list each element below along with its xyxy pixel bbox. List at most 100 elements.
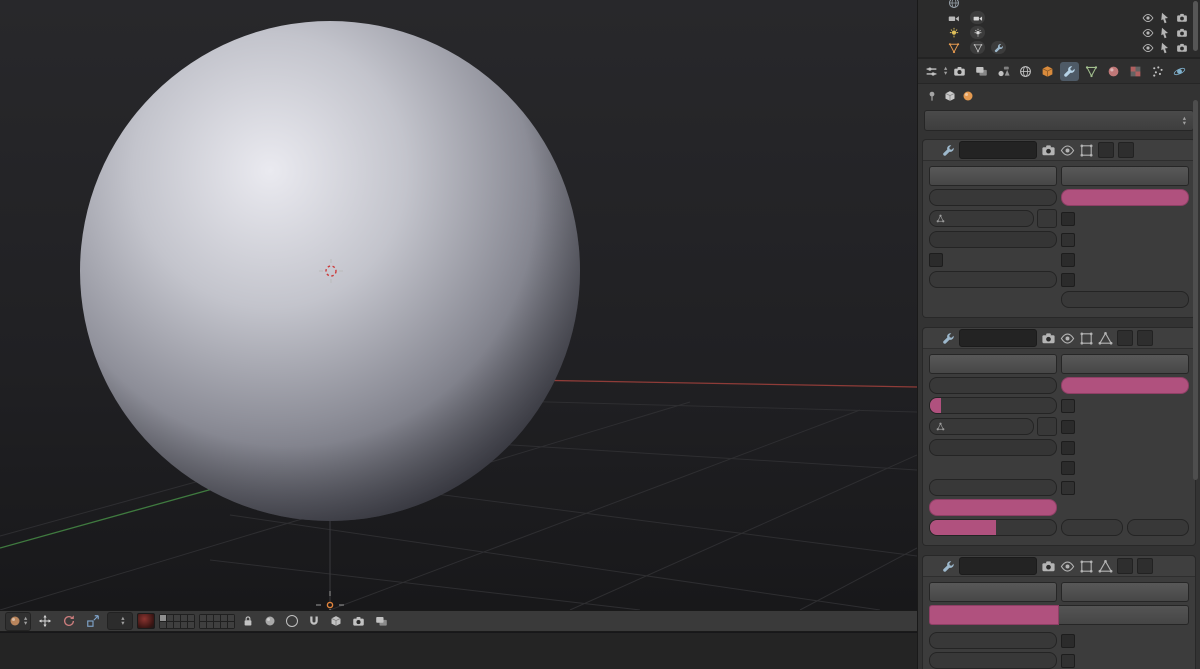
opengl-render-button[interactable] [349,613,368,630]
layer-cell[interactable] [213,621,220,628]
crease-edges-checkbox[interactable] [929,251,1057,268]
fill-rim-checkbox[interactable] [1061,459,1189,476]
invert-vertex-group-button[interactable] [1037,209,1057,228]
layer-cell[interactable] [213,614,220,621]
render-visibility-icon[interactable] [1176,27,1188,39]
tab-object-data[interactable] [1082,62,1101,81]
render-toggle-icon[interactable] [1041,559,1056,574]
view-subdivisions-field[interactable] [929,632,1057,649]
selectability-icon[interactable] [1159,12,1171,24]
only-rim-checkbox[interactable] [1061,479,1189,496]
eye-icon[interactable] [1142,12,1154,24]
even-thickness-checkbox[interactable] [1061,210,1189,227]
crease-outer-slider[interactable] [929,499,1057,516]
crease-rim-slider[interactable] [929,519,1057,536]
flip-normals-checkbox[interactable] [1061,397,1189,414]
viewport-toggle-icon[interactable] [1060,331,1075,346]
layer-cell[interactable] [187,621,194,628]
outliner-item-sphere[interactable] [926,40,1200,55]
layer-cell[interactable] [159,614,166,621]
move-down-button[interactable] [1118,142,1134,158]
factor-slider[interactable] [929,439,1057,456]
apply-button[interactable] [929,166,1057,186]
wireframe-sphere-object[interactable] [0,0,917,610]
selectability-icon[interactable] [1159,42,1171,54]
tab-render-layers[interactable] [972,62,991,81]
tab-material[interactable] [1104,62,1123,81]
relative-thickness-checkbox[interactable] [1061,231,1189,248]
tab-scene[interactable] [994,62,1013,81]
timeline-region[interactable] [0,633,917,669]
lock-scene-button[interactable] [239,613,257,630]
scale-manipulator-button[interactable] [83,613,103,630]
render-visibility-icon[interactable] [1176,42,1188,54]
snap-toggle-button[interactable] [305,613,323,630]
viewport-toggle-icon[interactable] [1060,143,1075,158]
outliner-item-camera[interactable] [926,10,1200,25]
layer-cell[interactable] [220,614,227,621]
pin-icon[interactable] [926,90,938,102]
offset-slider[interactable] [1061,377,1189,394]
vertex-group-field[interactable] [929,418,1034,435]
catmull-clark-button[interactable] [929,605,1059,625]
layer-cell[interactable] [220,621,227,628]
thickness-slider[interactable] [929,189,1057,206]
modifier-name-field[interactable] [959,329,1037,347]
layer-cell[interactable] [166,621,173,628]
proportional-edit-button[interactable] [283,613,301,630]
add-modifier-button[interactable]: ▴ ▾ [924,110,1194,131]
layer-cell[interactable] [199,621,206,628]
layer-cell[interactable] [199,614,206,621]
eye-icon[interactable] [1142,27,1154,39]
offset-slider[interactable] [1061,189,1189,206]
properties-scrollbar[interactable] [1193,100,1198,480]
move-down-button[interactable] [1137,558,1153,574]
translate-manipulator-button[interactable] [35,613,55,630]
layer-cell[interactable] [173,621,180,628]
tab-world[interactable] [1016,62,1035,81]
layer-cell[interactable] [227,614,234,621]
copy-button[interactable] [1061,354,1189,374]
tab-object[interactable] [1038,62,1057,81]
properties-editor-icon[interactable] [922,62,941,81]
layer-cell[interactable] [206,621,213,628]
outliner-item-point[interactable] [926,25,1200,40]
layers-widget[interactable] [158,613,235,629]
snap-element-button[interactable] [327,613,345,630]
editmode-toggle-icon[interactable] [1079,331,1094,346]
move-up-button[interactable] [1098,142,1114,158]
viewport-toggle-icon[interactable] [1060,559,1075,574]
shading-mode-icon[interactable] [136,613,155,629]
layer-cell[interactable] [227,621,234,628]
thickness-slider[interactable] [929,377,1057,394]
layer-cell[interactable] [173,614,180,621]
tab-physics[interactable] [1170,62,1189,81]
optimal-display-checkbox[interactable] [1061,652,1189,669]
material-offset-rim-field[interactable] [1127,519,1189,536]
subdivide-uvs-checkbox[interactable] [1061,632,1189,649]
layer-cell[interactable] [166,614,173,621]
move-up-button[interactable] [1117,330,1133,346]
factor-slider[interactable] [929,231,1057,248]
apply-button[interactable] [929,582,1057,602]
copy-button[interactable] [1061,166,1189,186]
copy-button[interactable] [1061,582,1189,602]
display-mode-button[interactable] [261,613,279,630]
material-offset-field[interactable] [1061,519,1123,536]
clamp-slider[interactable] [929,397,1057,414]
transform-orientation-select[interactable]: ▴ ▾ [107,612,133,630]
editmode-toggle-icon[interactable] [1079,559,1094,574]
layer-cell[interactable] [159,621,166,628]
high-quality-normals-checkbox[interactable] [1061,439,1189,456]
render-subdivisions-field[interactable] [929,652,1057,669]
move-up-button[interactable] [1117,558,1133,574]
material-offset-field[interactable] [1061,291,1189,308]
boundary-checkbox[interactable] [1061,251,1189,268]
replace-original-checkbox[interactable] [1061,271,1189,288]
render-toggle-icon[interactable] [1041,331,1056,346]
crease-weight-field[interactable] [929,271,1057,288]
tab-texture[interactable] [1126,62,1145,81]
crease-inner-slider[interactable] [929,479,1057,496]
vertex-group-field[interactable] [929,210,1034,227]
simple-button[interactable] [1059,605,1189,625]
